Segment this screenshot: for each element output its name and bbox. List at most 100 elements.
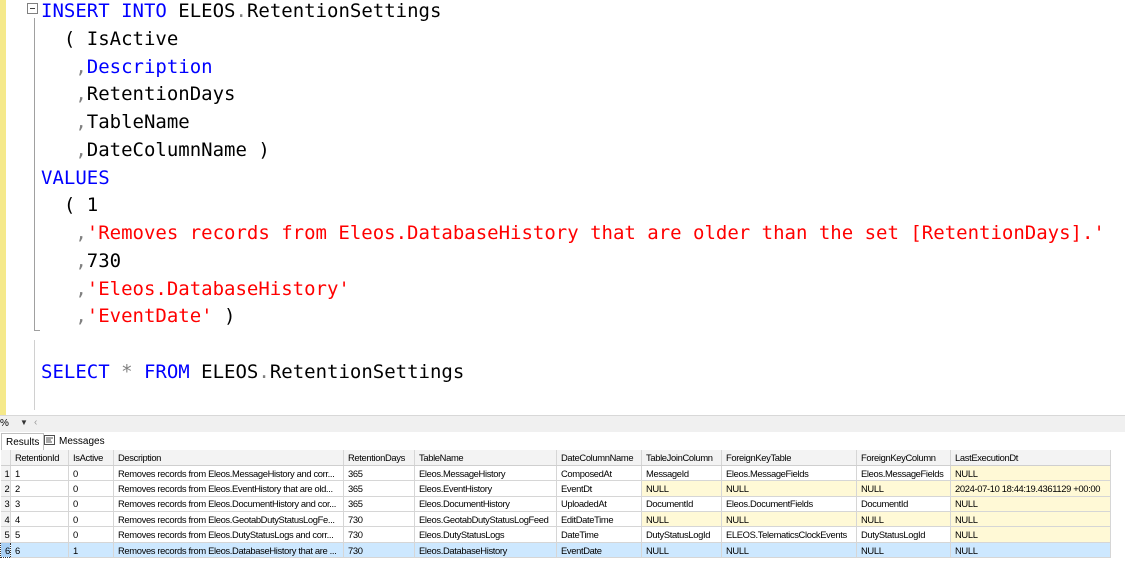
code-token: RetentionDays — [86, 83, 236, 105]
code-token: , — [41, 222, 87, 244]
table-cell[interactable]: 6 — [10, 542, 69, 559]
table-cell[interactable]: NULL — [721, 480, 857, 497]
table-cell[interactable]: DutyStatusLogId — [641, 526, 722, 543]
table-cell[interactable]: Removes records from Eleos.MessageHistor… — [113, 465, 344, 482]
column-header[interactable]: LastExecutionDt — [950, 450, 1111, 466]
table-cell[interactable]: Removes records from Eleos.DocumentHisto… — [113, 496, 344, 513]
table-cell[interactable]: DocumentId — [641, 496, 722, 513]
column-header[interactable]: DateColumnName — [556, 450, 642, 466]
table-row[interactable]: 2 2 0 Removes records from Eleos.EventHisto… — [0, 480, 1111, 497]
table-cell[interactable]: NULL — [856, 511, 951, 528]
table-cell[interactable]: NULL — [950, 526, 1111, 543]
table-cell[interactable]: EditDateTime — [556, 511, 642, 528]
table-cell[interactable]: NULL — [641, 511, 722, 528]
table-cell[interactable]: 4 — [10, 511, 69, 528]
table-cell[interactable]: ComposedAt — [556, 465, 642, 482]
row-number[interactable]: 5 — [0, 526, 11, 543]
code-token: , — [41, 56, 87, 78]
table-cell[interactable]: NULL — [950, 511, 1111, 528]
table-cell[interactable]: Eleos.MessageFields — [856, 465, 951, 482]
table-cell[interactable]: Eleos.DutyStatusLogs — [414, 526, 557, 543]
table-cell[interactable]: NULL — [721, 542, 857, 559]
table-cell[interactable]: DateTime — [556, 526, 642, 543]
table-cell[interactable]: 730 — [343, 526, 415, 543]
column-header[interactable]: Description — [113, 450, 344, 466]
table-cell[interactable]: Eleos.GeotabDutyStatusLogFeed — [414, 511, 557, 528]
table-cell[interactable]: 365 — [343, 480, 415, 497]
column-header[interactable]: RetentionDays — [343, 450, 415, 466]
table-cell[interactable]: 0 — [68, 496, 114, 513]
table-cell[interactable]: NULL — [641, 542, 722, 559]
table-cell[interactable]: NULL — [950, 496, 1111, 513]
table-cell[interactable]: UploadedAt — [556, 496, 642, 513]
table-cell[interactable]: Eleos.DatabaseHistory — [414, 542, 557, 559]
sql-editor[interactable]: INSERT INTO ELEOS.RetentionSettings ( Is… — [0, 0, 1125, 415]
table-cell[interactable]: 730 — [343, 542, 415, 559]
table-row[interactable]: 4 4 0 Removes records from Eleos.GeotabDuty… — [0, 511, 1111, 528]
code-line: ,'EventDate' ) — [41, 305, 235, 327]
table-cell[interactable]: Removes records from Eleos.DutyStatusLog… — [113, 526, 344, 543]
table-cell[interactable]: 0 — [68, 465, 114, 482]
grid-corner[interactable] — [0, 450, 11, 466]
collapse-region-icon[interactable] — [27, 3, 38, 14]
code-token: . — [235, 0, 247, 22]
table-row[interactable]: 5 5 0 Removes records from Eleos.DutyStatus… — [0, 526, 1111, 543]
column-header[interactable]: TableJoinColumn — [641, 450, 722, 466]
table-cell[interactable]: Removes records from Eleos.GeotabDutySta… — [113, 511, 344, 528]
results-grid[interactable]: RetentionId IsActive Description RetentionD… — [0, 450, 1125, 579]
table-cell[interactable]: 365 — [343, 496, 415, 513]
row-number[interactable]: 3 — [0, 496, 11, 513]
code-line: ,730 — [41, 250, 121, 272]
table-cell[interactable]: EventDate — [556, 542, 642, 559]
table-cell[interactable]: 5 — [10, 526, 69, 543]
table-row[interactable]: 6 6 1 Removes records from Eleos.DatabaseHi… — [0, 541, 1111, 559]
tab-messages[interactable]: Messages — [40, 433, 109, 450]
table-cell[interactable]: 2 — [10, 480, 69, 497]
table-row[interactable]: 3 3 0 Removes records from Eleos.DocumentHi… — [0, 496, 1111, 513]
row-number[interactable]: 2 — [0, 480, 11, 497]
code-line: ( 1 — [41, 194, 98, 216]
table-cell[interactable]: 1 — [68, 542, 114, 559]
table-cell[interactable]: NULL — [856, 480, 951, 497]
row-number[interactable]: 4 — [0, 511, 11, 528]
arrow-left-icon[interactable]: ‹ — [34, 417, 37, 428]
table-cell[interactable]: NULL — [641, 480, 722, 497]
table-cell[interactable]: Eleos.MessageHistory — [414, 465, 557, 482]
column-header[interactable]: ForeignKeyColumn — [856, 450, 951, 466]
code-token: RetentionSettings — [269, 361, 465, 383]
table-cell[interactable]: 730 — [343, 511, 415, 528]
table-row[interactable]: 1 1 0 Removes records from Eleos.MessageHis… — [0, 465, 1111, 482]
table-cell[interactable]: NULL — [856, 542, 951, 559]
table-cell[interactable]: DutyStatusLogId — [856, 526, 951, 543]
table-cell[interactable]: ELEOS.TelematicsClockEvents — [721, 526, 857, 543]
code-token: 'Eleos.DatabaseHistory' — [86, 278, 350, 300]
table-cell[interactable]: Removes records from Eleos.DatabaseHisto… — [113, 542, 344, 559]
column-header[interactable]: ForeignKeyTable — [721, 450, 857, 466]
zoom-level[interactable]: % — [0, 418, 9, 429]
table-cell[interactable]: Eleos.MessageFields — [721, 465, 857, 482]
table-cell[interactable]: EventDt — [556, 480, 642, 497]
table-cell[interactable]: 1 — [10, 465, 69, 482]
table-cell[interactable]: DocumentId — [856, 496, 951, 513]
row-number[interactable]: 6 — [0, 541, 11, 559]
table-cell[interactable]: 0 — [68, 526, 114, 543]
column-header[interactable]: TableName — [414, 450, 557, 466]
chevron-down-icon[interactable]: ▼ — [20, 418, 28, 427]
column-header[interactable]: IsActive — [68, 450, 114, 466]
table-cell[interactable]: Eleos.DocumentHistory — [414, 496, 557, 513]
table-cell[interactable]: MessageId — [641, 465, 722, 482]
table-cell[interactable]: NULL — [950, 465, 1111, 482]
table-cell[interactable]: 0 — [68, 480, 114, 497]
column-header[interactable]: RetentionId — [10, 450, 69, 466]
table-cell[interactable]: 365 — [343, 465, 415, 482]
table-cell[interactable]: Eleos.DocumentFields — [721, 496, 857, 513]
table-cell[interactable]: 3 — [10, 496, 69, 513]
table-cell[interactable]: Eleos.EventHistory — [414, 480, 557, 497]
table-cell[interactable]: 0 — [68, 511, 114, 528]
table-cell[interactable]: 2024-07-10 18:44:19.4361129 +00:00 — [950, 480, 1111, 497]
table-cell[interactable]: NULL — [950, 542, 1111, 559]
row-number[interactable]: 1 — [0, 465, 11, 482]
table-cell[interactable]: Removes records from Eleos.EventHistory … — [113, 480, 344, 497]
table-cell[interactable]: NULL — [721, 511, 857, 528]
tab-results[interactable]: Results — [1, 433, 45, 450]
